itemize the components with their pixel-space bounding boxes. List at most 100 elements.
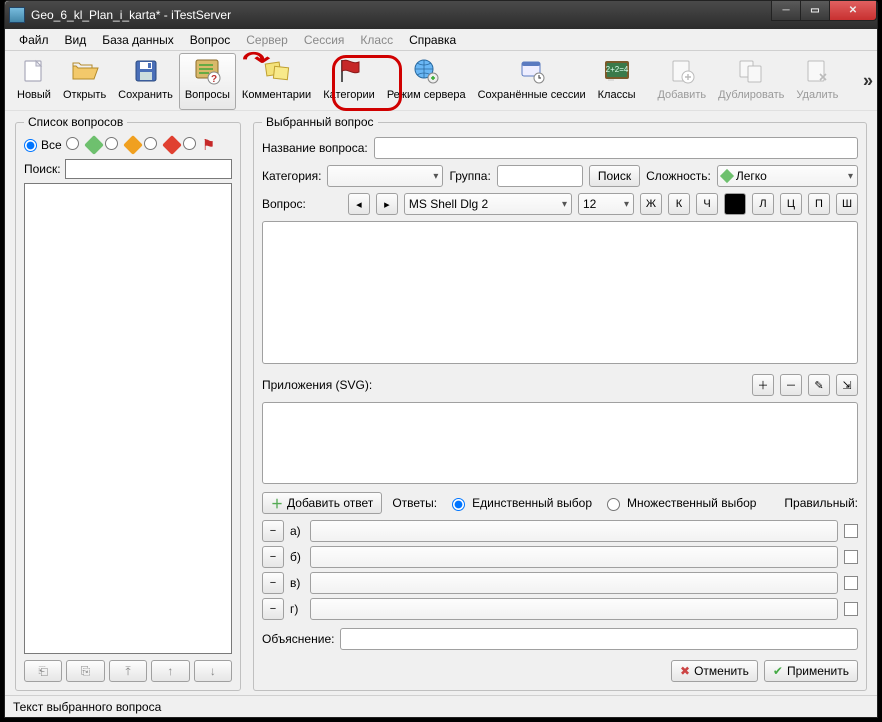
- font-combo[interactable]: MS Shell Dlg 2: [404, 193, 572, 215]
- attachments-box[interactable]: [262, 402, 858, 484]
- titlebar[interactable]: Geo_6_kl_Plan_i_karta* - iTestServer ─ ▭…: [5, 1, 877, 29]
- answer-b-input[interactable]: [310, 546, 838, 568]
- save-icon: [130, 55, 162, 87]
- answer-b-correct[interactable]: [844, 550, 858, 564]
- remove-answer-a[interactable]: −: [262, 520, 284, 542]
- attachment-edit-button[interactable]: ✎: [808, 374, 830, 396]
- underline-button[interactable]: Ч: [696, 193, 718, 215]
- question-name-label: Название вопроса:: [262, 141, 368, 155]
- single-choice-radio[interactable]: [452, 498, 465, 511]
- redo-button[interactable]: ▸: [376, 193, 398, 215]
- answer-a-correct[interactable]: [844, 524, 858, 538]
- align-justify-button[interactable]: Ш: [836, 193, 858, 215]
- question-editor[interactable]: [262, 221, 858, 364]
- filter-all-label: Все: [41, 138, 62, 152]
- explanation-input[interactable]: [340, 628, 858, 650]
- tool-classes[interactable]: 2+2=4 Классы: [592, 53, 642, 110]
- tool-save[interactable]: Сохранить: [112, 53, 179, 110]
- questions-icon: ?: [191, 55, 223, 87]
- tool-server-mode[interactable]: Режим сервера: [381, 53, 472, 110]
- list-move-top[interactable]: ⤒: [109, 660, 147, 682]
- fontsize-combo[interactable]: 12: [578, 193, 634, 215]
- plus-icon: ＋: [271, 495, 283, 512]
- tool-duplicate[interactable]: Дублировать: [712, 53, 790, 110]
- category-combo[interactable]: [327, 165, 443, 187]
- filter-flag-icon: ⚑: [202, 138, 215, 153]
- remove-answer-d[interactable]: −: [262, 598, 284, 620]
- attachment-export-button[interactable]: ⇲: [836, 374, 858, 396]
- answer-d-correct[interactable]: [844, 602, 858, 616]
- tool-comments[interactable]: Комментарии: [236, 53, 317, 110]
- menu-view[interactable]: Вид: [57, 31, 95, 49]
- apply-button[interactable]: ✔ Применить: [764, 660, 858, 682]
- filter-all-radio[interactable]: [24, 139, 37, 152]
- add-answer-button[interactable]: ＋ Добавить ответ: [262, 492, 382, 514]
- toolbar-overflow[interactable]: »: [863, 70, 873, 91]
- answer-row-d: − г): [262, 598, 858, 620]
- tool-new[interactable]: Новый: [11, 53, 57, 110]
- answer-c-input[interactable]: [310, 572, 838, 594]
- answer-row-c: − в): [262, 572, 858, 594]
- filter-row: Все ⚑: [24, 137, 232, 153]
- attachment-add-button[interactable]: ＋: [752, 374, 774, 396]
- multiple-choice-radio[interactable]: [607, 498, 620, 511]
- menu-help[interactable]: Справка: [401, 31, 464, 49]
- list-move-down[interactable]: ↓: [194, 660, 232, 682]
- attachment-remove-button[interactable]: －: [780, 374, 802, 396]
- search-input[interactable]: [65, 159, 232, 179]
- menu-database[interactable]: База данных: [94, 31, 181, 49]
- question-label: Вопрос:: [262, 197, 306, 211]
- bold-button[interactable]: Ж: [640, 193, 662, 215]
- align-left-button[interactable]: Л: [752, 193, 774, 215]
- answer-d-input[interactable]: [310, 598, 838, 620]
- new-file-icon: [18, 55, 50, 87]
- window-controls: ─ ▭ ✕: [772, 1, 877, 21]
- search-button[interactable]: Поиск: [589, 165, 640, 187]
- italic-button[interactable]: К: [668, 193, 690, 215]
- status-text: Текст выбранного вопроса: [13, 700, 161, 714]
- remove-answer-b[interactable]: −: [262, 546, 284, 568]
- cancel-button[interactable]: ✖ Отменить: [671, 660, 758, 682]
- minimize-button[interactable]: ─: [771, 1, 801, 21]
- tool-open[interactable]: Открыть: [57, 53, 112, 110]
- close-button[interactable]: ✕: [829, 1, 877, 21]
- list-move-up[interactable]: ↑: [151, 660, 189, 682]
- list-btn-2[interactable]: ⎘: [66, 660, 104, 682]
- menu-session[interactable]: Сессия: [296, 31, 353, 49]
- menu-question[interactable]: Вопрос: [182, 31, 239, 49]
- undo-button[interactable]: ◂: [348, 193, 370, 215]
- list-btn-1[interactable]: ⎗: [24, 660, 62, 682]
- delete-icon: [801, 55, 833, 87]
- group-input[interactable]: [497, 165, 583, 187]
- align-center-button[interactable]: Ц: [780, 193, 802, 215]
- question-name-input[interactable]: [374, 137, 858, 159]
- flag-icon: [333, 55, 365, 87]
- remove-answer-c[interactable]: −: [262, 572, 284, 594]
- menu-file[interactable]: Файл: [11, 31, 57, 49]
- filter-easy-radio[interactable]: [66, 137, 79, 150]
- filter-medium-radio[interactable]: [105, 137, 118, 150]
- category-label: Категория:: [262, 169, 321, 183]
- answer-c-correct[interactable]: [844, 576, 858, 590]
- filter-flag-radio[interactable]: [183, 137, 196, 150]
- menu-server[interactable]: Сервер: [238, 31, 296, 49]
- questions-list-panel: Список вопросов Все ⚑ Поиск:: [15, 115, 241, 691]
- status-bar: Текст выбранного вопроса: [5, 695, 877, 717]
- menu-class[interactable]: Класс: [352, 31, 401, 49]
- tool-saved-sessions[interactable]: Сохранённые сессии: [472, 53, 592, 110]
- align-right-button[interactable]: П: [808, 193, 830, 215]
- tool-add[interactable]: Добавить: [651, 53, 712, 110]
- filter-hard-radio[interactable]: [144, 137, 157, 150]
- answer-c-letter: в): [290, 576, 304, 590]
- filter-easy-icon: [84, 135, 104, 155]
- tool-delete[interactable]: Удалить: [790, 53, 844, 110]
- color-button[interactable]: [724, 193, 746, 215]
- difficulty-combo[interactable]: Легко: [717, 165, 858, 187]
- attachments-label: Приложения (SVG):: [262, 378, 372, 392]
- tool-categories[interactable]: Категории: [317, 53, 381, 110]
- tool-questions[interactable]: ? Вопросы: [179, 53, 236, 110]
- sessions-icon: [516, 55, 548, 87]
- maximize-button[interactable]: ▭: [800, 1, 830, 21]
- questions-listbox[interactable]: [24, 183, 232, 654]
- answer-a-input[interactable]: [310, 520, 838, 542]
